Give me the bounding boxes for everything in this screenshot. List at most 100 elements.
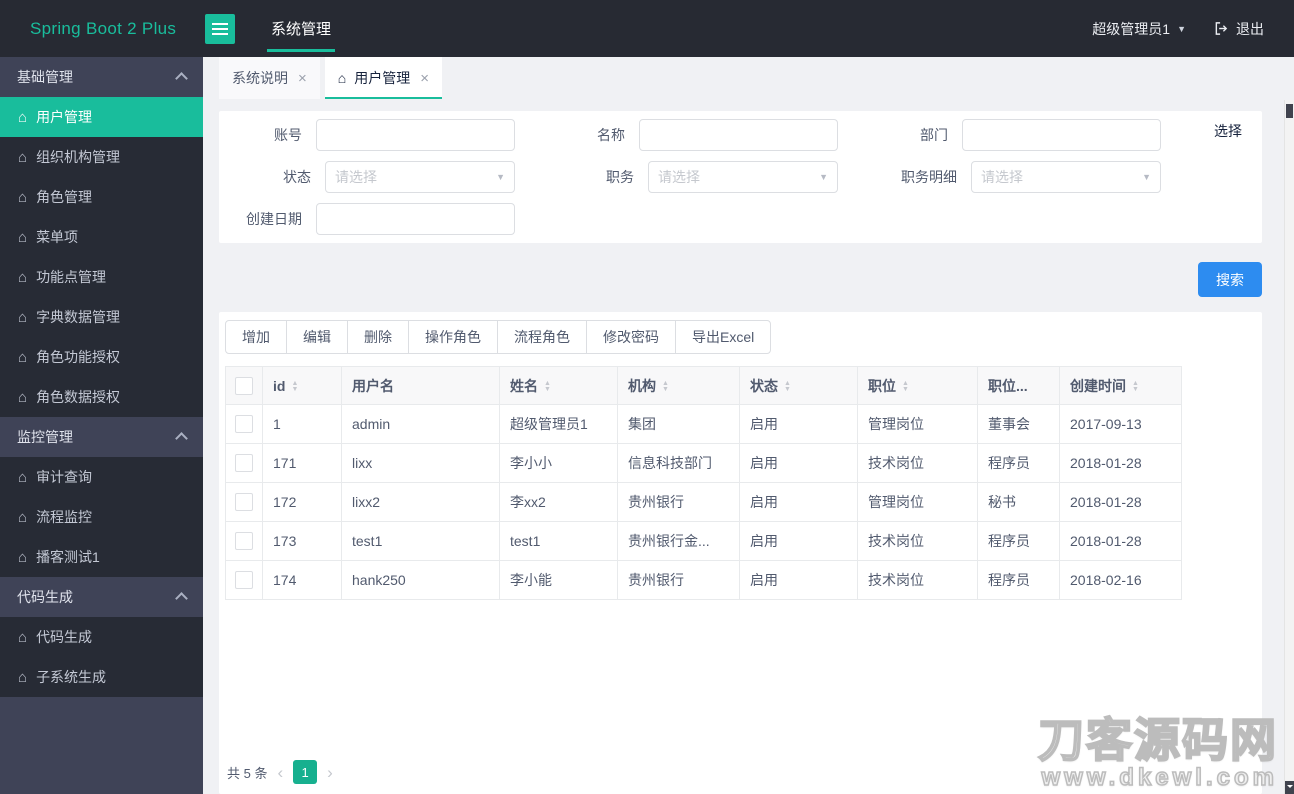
status-label: 状态: [283, 169, 311, 185]
sidebar-section-1[interactable]: 监控管理: [0, 417, 203, 457]
cell-0-2: 超级管理员1: [499, 404, 618, 444]
sidebar-item-0-5[interactable]: ⌂ 字典数据管理: [0, 297, 203, 337]
sidebar-submenu-1: ⌂ 审计查询 ⌂ 流程监控 ⌂ 播客测试1: [0, 457, 203, 577]
prev-page-button[interactable]: ‹: [275, 764, 285, 781]
position-select[interactable]: 请选择 ▼: [648, 161, 838, 193]
cell-2-2: 李xx2: [499, 482, 618, 522]
position-label: 职务: [606, 169, 634, 185]
cell-2-5: 管理岗位: [857, 482, 978, 522]
tab-item-1[interactable]: ⌂ 用户管理 ×: [324, 57, 443, 99]
sort-desc-icon: ▼: [544, 385, 551, 393]
toolbar-button-3[interactable]: 操作角色: [408, 320, 498, 354]
status-select[interactable]: 请选择 ▼: [325, 161, 515, 193]
row-checkbox[interactable]: [235, 532, 253, 550]
scrollbar-down-button[interactable]: [1285, 781, 1294, 794]
next-page-button[interactable]: ›: [325, 764, 335, 781]
row-checkbox[interactable]: [235, 571, 253, 589]
sidebar-item-0-0[interactable]: ⌂ 用户管理: [0, 97, 203, 137]
column-header-7[interactable]: 创建时间 ▲ ▼: [1059, 366, 1182, 405]
sidebar-item-2-0[interactable]: ⌂ 代码生成: [0, 617, 203, 657]
sidebar-item-1-2[interactable]: ⌂ 播客测试1: [0, 537, 203, 577]
sort-icon[interactable]: ▲ ▼: [1132, 380, 1139, 393]
menu-toggle-button[interactable]: [205, 13, 235, 44]
chevron-down-icon: ▼: [1142, 172, 1151, 182]
tab-item-0[interactable]: 系统说明 ×: [219, 57, 320, 99]
sidebar-item-0-7[interactable]: ⌂ 角色数据授权: [0, 377, 203, 417]
cell-2-6: 秘书: [977, 482, 1060, 522]
cell-0-6: 董事会: [977, 404, 1060, 444]
table-row-1: 171 lixx 李小小 信息科技部门 启用 技术岗位 程序员 2018-01-28: [225, 443, 1182, 483]
scrollbar-thumb[interactable]: [1286, 104, 1293, 118]
sidebar-item-0-1[interactable]: ⌂ 组织机构管理: [0, 137, 203, 177]
tab-bar: 系统说明 × ⌂ 用户管理 ×: [203, 57, 1294, 99]
sidebar-section-label: 代码生成: [17, 589, 73, 605]
sidebar-item-0-6[interactable]: ⌂ 角色功能授权: [0, 337, 203, 377]
vertical-scrollbar[interactable]: [1284, 100, 1294, 794]
department-input[interactable]: [962, 119, 1161, 151]
row-checkbox[interactable]: [235, 493, 253, 511]
sort-icon[interactable]: ▲ ▼: [784, 380, 791, 393]
table-row-2: 172 lixx2 李xx2 贵州银行 启用 管理岗位 秘书 2018-01-28: [225, 482, 1182, 522]
position-detail-select[interactable]: 请选择 ▼: [971, 161, 1161, 193]
toolbar-button-0[interactable]: 增加: [225, 320, 287, 354]
sidebar-item-label: 播客测试1: [36, 549, 100, 565]
select-all-checkbox[interactable]: [235, 376, 253, 395]
sidebar-item-2-1[interactable]: ⌂ 子系统生成: [0, 657, 203, 697]
sidebar-item-0-4[interactable]: ⌂ 功能点管理: [0, 257, 203, 297]
toolbar-button-1[interactable]: 编辑: [286, 320, 348, 354]
sort-icon[interactable]: ▲ ▼: [902, 380, 909, 393]
form-field-name: 名称: [554, 119, 838, 151]
toolbar-button-2[interactable]: 删除: [347, 320, 409, 354]
sidebar-item-label: 子系统生成: [36, 669, 107, 685]
column-header-3[interactable]: 机构 ▲ ▼: [617, 366, 740, 405]
sort-icon[interactable]: ▲ ▼: [291, 380, 298, 393]
close-icon[interactable]: ×: [298, 70, 307, 87]
column-header-4[interactable]: 状态 ▲ ▼: [739, 366, 858, 405]
department-label: 部门: [920, 127, 948, 143]
row-select-cell: [225, 443, 263, 483]
sidebar-item-0-3[interactable]: ⌂ 菜单项: [0, 217, 203, 257]
sidebar: 基础管理 ⌂ 用户管理 ⌂ 组织机构管理 ⌂ 角色管理 ⌂ 菜单项 ⌂ 功能点管理 ⌂ 字典数据管理 ⌂ 角…: [0, 57, 203, 794]
user-dropdown[interactable]: 超级管理员1 ▼: [1092, 19, 1186, 39]
home-icon: ⌂: [18, 148, 28, 166]
column-header-2[interactable]: 姓名 ▲ ▼: [499, 366, 618, 405]
top-nav: 系统管理: [267, 0, 336, 57]
column-header-5[interactable]: 职位 ▲ ▼: [857, 366, 978, 405]
row-checkbox[interactable]: [235, 415, 253, 433]
name-input[interactable]: [639, 119, 838, 151]
sidebar-item-1-0[interactable]: ⌂ 审计查询: [0, 457, 203, 497]
sidebar-section-0[interactable]: 基础管理: [0, 57, 203, 97]
sidebar-item-0-2[interactable]: ⌂ 角色管理: [0, 177, 203, 217]
sidebar-section-2[interactable]: 代码生成: [0, 577, 203, 617]
toolbar-button-4[interactable]: 流程角色: [497, 320, 587, 354]
toolbar-button-6[interactable]: 导出Excel: [675, 320, 772, 354]
search-button[interactable]: 搜索: [1198, 262, 1262, 297]
sidebar-item-label: 功能点管理: [36, 269, 107, 285]
cell-2-3: 贵州银行: [617, 482, 740, 522]
sidebar-item-1-1[interactable]: ⌂ 流程监控: [0, 497, 203, 537]
row-checkbox[interactable]: [235, 454, 253, 472]
cell-3-6: 程序员: [977, 521, 1060, 561]
column-header-0[interactable]: id ▲ ▼: [262, 366, 342, 405]
form-row-2: 状态 请选择 ▼ 职务 请选择 ▼ 职务明细 请选择 ▼: [231, 161, 1250, 193]
search-button-row: 搜索: [219, 243, 1262, 312]
choose-department-link[interactable]: 选择: [1214, 119, 1242, 143]
select-all-header: [225, 366, 263, 405]
nav-item-system-management[interactable]: 系统管理: [267, 0, 336, 57]
sidebar-item-label: 组织机构管理: [36, 149, 121, 165]
sort-icon[interactable]: ▲ ▼: [544, 380, 551, 393]
cell-0-5: 管理岗位: [857, 404, 978, 444]
cell-3-5: 技术岗位: [857, 521, 978, 561]
toolbar-button-5[interactable]: 修改密码: [586, 320, 676, 354]
logout-button[interactable]: 退出: [1214, 19, 1264, 39]
column-label: 用户名: [352, 377, 394, 394]
sidebar-item-label: 审计查询: [36, 469, 93, 485]
page-1[interactable]: 1: [293, 760, 318, 784]
cell-1-0: 171: [262, 443, 342, 483]
sort-icon[interactable]: ▲ ▼: [662, 380, 669, 393]
create-date-input[interactable]: [316, 203, 515, 235]
close-icon[interactable]: ×: [420, 70, 429, 87]
account-input[interactable]: [316, 119, 515, 151]
nav-item-label: 系统管理: [271, 21, 332, 38]
sidebar-item-label: 角色数据授权: [36, 389, 121, 405]
